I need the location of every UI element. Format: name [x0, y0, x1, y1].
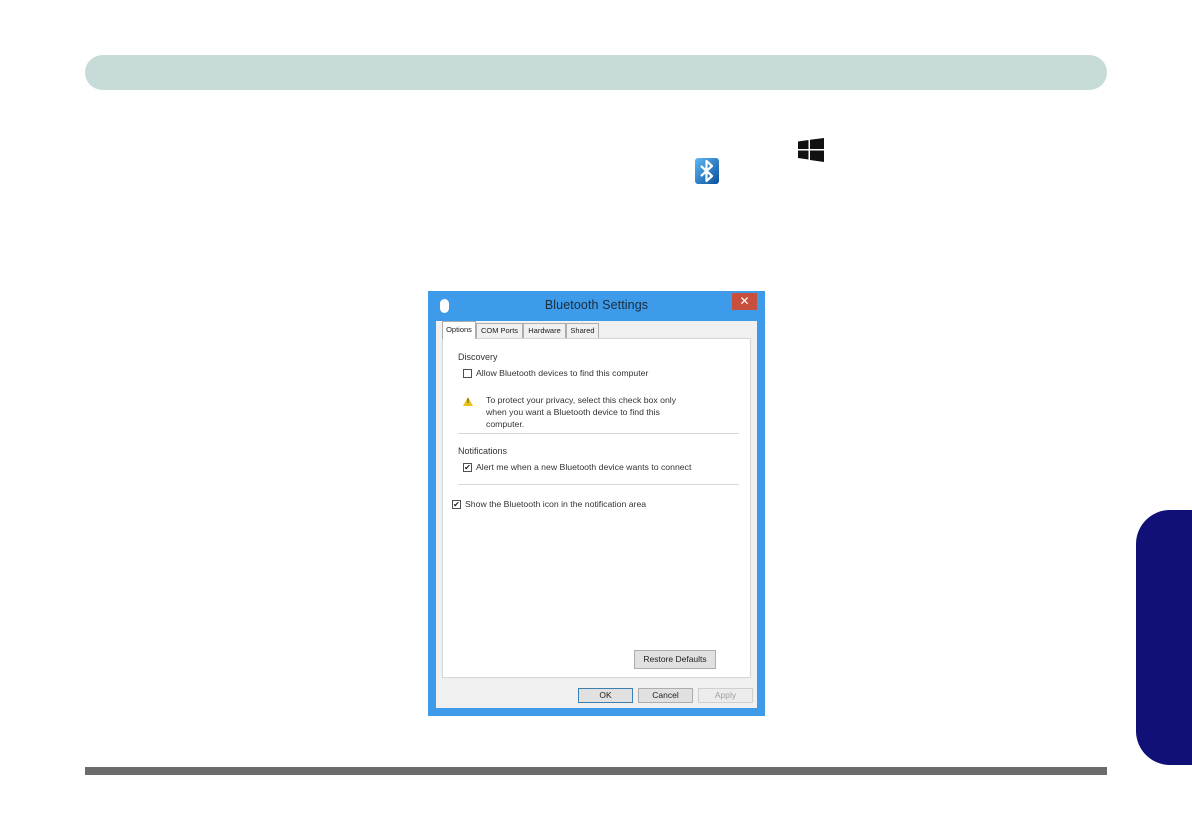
tab-shared[interactable]: Shared	[566, 323, 599, 338]
section-divider	[458, 433, 739, 434]
windows-logo-icon	[798, 138, 824, 162]
bluetooth-settings-dialog: Bluetooth Settings ✕ Options COM Ports H…	[428, 291, 765, 716]
allow-discovery-label: Allow Bluetooth devices to find this com…	[476, 368, 649, 378]
privacy-warning-line: To protect your privacy, select this che…	[486, 395, 677, 405]
options-panel: Discovery Allow Bluetooth devices to fin…	[442, 338, 751, 678]
alert-new-device-label: Alert me when a new Bluetooth device wan…	[476, 462, 692, 472]
bluetooth-icon	[695, 158, 719, 184]
show-bluetooth-icon-checkbox[interactable]: ✔	[452, 500, 461, 509]
privacy-warning-line: when you want a Bluetooth device to find…	[486, 407, 660, 417]
alert-new-device-checkbox[interactable]: ✔	[463, 463, 472, 472]
page-header-bar	[85, 55, 1107, 90]
apply-button[interactable]: Apply	[698, 688, 753, 703]
notifications-heading: Notifications	[458, 446, 508, 456]
discovery-heading: Discovery	[458, 352, 498, 362]
dialog-titlebar[interactable]: Bluetooth Settings ✕	[428, 291, 765, 319]
tab-com-ports[interactable]: COM Ports	[476, 323, 523, 338]
ok-button[interactable]: OK	[578, 688, 633, 703]
section-divider	[458, 484, 739, 485]
checkmark-icon: ✔	[453, 500, 460, 509]
dialog-title: Bluetooth Settings	[544, 298, 649, 312]
tab-options[interactable]: Options	[442, 321, 476, 339]
close-button[interactable]: ✕	[732, 293, 757, 310]
tab-hardware[interactable]: Hardware	[523, 323, 566, 338]
dialog-client-area: Options COM Ports Hardware Shared Discov…	[436, 321, 757, 708]
footer-rule	[85, 767, 1107, 775]
side-thumb-tab	[1136, 510, 1192, 765]
close-icon: ✕	[739, 294, 750, 308]
privacy-warning-line: computer.	[486, 419, 525, 429]
allow-discovery-checkbox[interactable]	[463, 369, 472, 378]
show-bluetooth-icon-label: Show the Bluetooth icon in the notificat…	[465, 499, 647, 509]
restore-defaults-button[interactable]: Restore Defaults	[634, 650, 716, 669]
checkmark-icon: ✔	[464, 463, 471, 472]
cancel-button[interactable]: Cancel	[638, 688, 693, 703]
